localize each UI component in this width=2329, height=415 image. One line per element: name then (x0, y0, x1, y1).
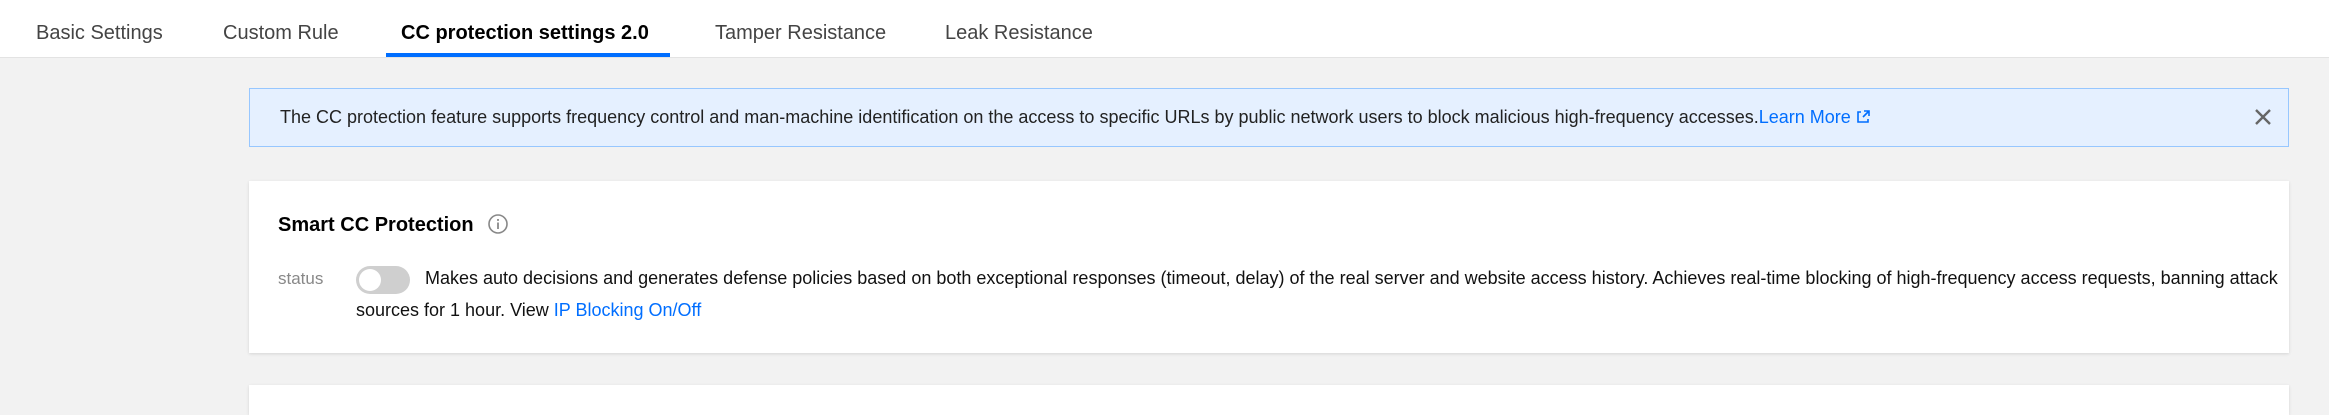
card-title: Smart CC Protection (278, 214, 474, 236)
close-banner-button[interactable] (2249, 103, 2277, 131)
smart-cc-toggle[interactable] (356, 266, 410, 294)
tab-leak-resistance[interactable]: Leak Resistance (945, 0, 1093, 55)
close-icon (2255, 109, 2271, 125)
toggle-knob (359, 269, 381, 291)
description-text: Makes auto decisions and generates defen… (425, 268, 2278, 288)
status-label: status (278, 269, 324, 288)
ip-blocking-link[interactable]: IP Blocking On/Off (554, 300, 701, 320)
learn-more-link[interactable]: Learn More (1759, 107, 1871, 127)
tab-basic-settings[interactable]: Basic Settings (36, 0, 163, 55)
info-banner: The CC protection feature supports frequ… (249, 88, 2289, 147)
tab-bar: Basic Settings Custom Rule CC protection… (0, 0, 2329, 58)
description-text-continued: sources for 1 hour. View IP Blocking On/… (356, 300, 702, 320)
banner-text: The CC protection feature supports frequ… (280, 107, 1759, 127)
smart-cc-protection-card: Smart CC Protection status Makes auto de… (249, 181, 2289, 353)
tab-tamper-resistance[interactable]: Tamper Resistance (715, 0, 886, 55)
info-icon[interactable] (487, 213, 509, 235)
next-card (249, 385, 2289, 415)
active-tab-indicator (386, 53, 670, 57)
tab-custom-rule[interactable]: Custom Rule (223, 0, 339, 55)
tab-cc-protection-settings[interactable]: CC protection settings 2.0 (401, 0, 649, 55)
external-link-icon (1856, 110, 1870, 123)
